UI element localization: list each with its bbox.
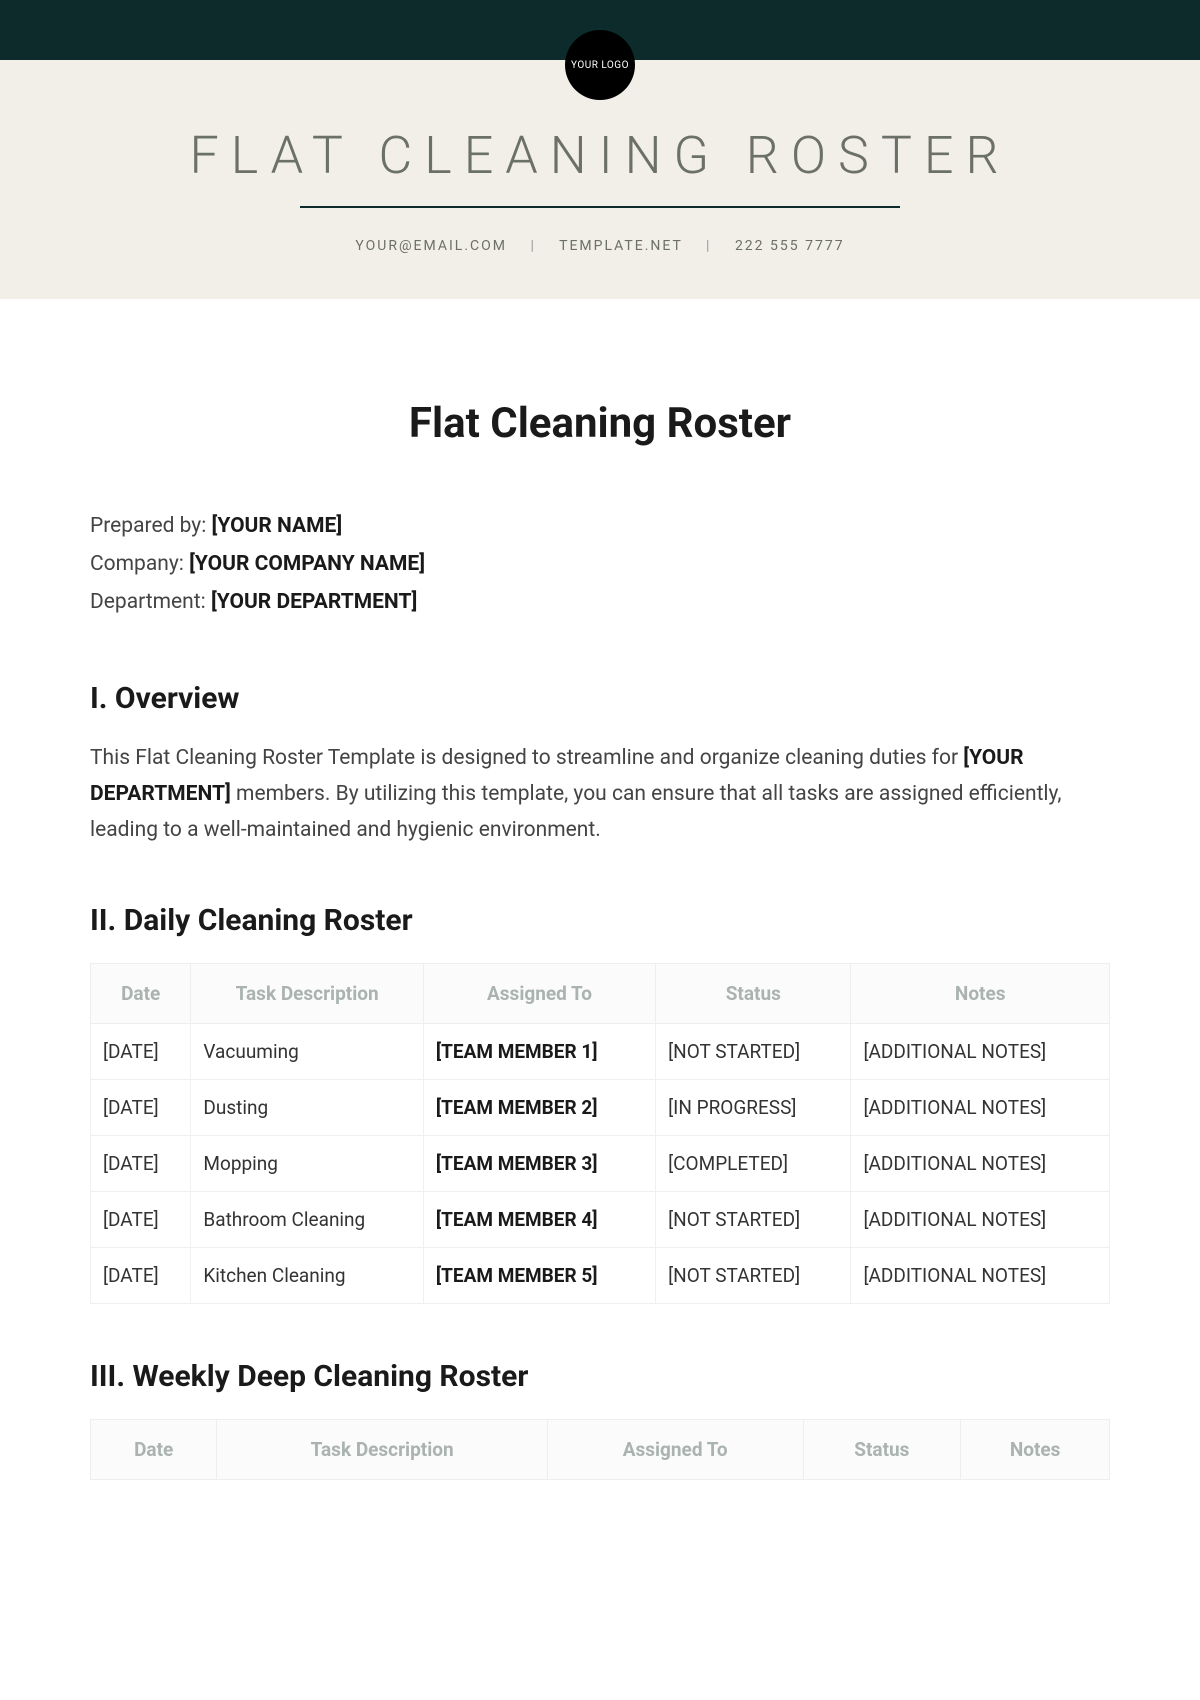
logo-text: YOUR LOGO: [571, 60, 629, 71]
cell-date: [DATE]: [91, 1192, 191, 1248]
col-notes: Notes: [851, 964, 1110, 1024]
overview-paragraph: This Flat Cleaning Roster Template is de…: [90, 741, 1110, 848]
col-assigned: Assigned To: [547, 1420, 803, 1480]
section-weekly-heading: III. Weekly Deep Cleaning Roster: [90, 1359, 1110, 1394]
contact-email: YOUR@EMAIL.COM: [355, 238, 507, 254]
banner-contact: YOUR@EMAIL.COM | TEMPLATE.NET | 222 555 …: [0, 238, 1200, 254]
col-task: Task Description: [217, 1420, 548, 1480]
table-row: [DATE]Vacuuming[TEAM MEMBER 1][NOT START…: [91, 1024, 1110, 1080]
cell-status: [NOT STARTED]: [656, 1192, 851, 1248]
table-row: [DATE]Bathroom Cleaning[TEAM MEMBER 4][N…: [91, 1192, 1110, 1248]
meta-prepared: Prepared by: [YOUR NAME]: [90, 508, 1110, 546]
contact-phone: 222 555 7777: [735, 238, 845, 254]
cell-notes: [ADDITIONAL NOTES]: [851, 1248, 1110, 1304]
section-daily-heading: II. Daily Cleaning Roster: [90, 903, 1110, 938]
document-body: Flat Cleaning Roster Prepared by: [YOUR …: [0, 299, 1200, 1520]
col-date: Date: [91, 1420, 217, 1480]
cell-notes: [ADDITIONAL NOTES]: [851, 1024, 1110, 1080]
separator: |: [530, 238, 535, 254]
document-title: Flat Cleaning Roster: [90, 399, 1110, 448]
meta-company: Company: [YOUR COMPANY NAME]: [90, 546, 1110, 584]
table-row: [DATE]Mopping[TEAM MEMBER 3][COMPLETED][…: [91, 1136, 1110, 1192]
col-notes: Notes: [961, 1420, 1110, 1480]
meta-value: [YOUR NAME]: [212, 514, 343, 538]
separator: |: [706, 238, 711, 254]
table-row: [DATE]Kitchen Cleaning[TEAM MEMBER 5][NO…: [91, 1248, 1110, 1304]
meta-value: [YOUR DEPARTMENT]: [211, 590, 417, 614]
contact-site: TEMPLATE.NET: [559, 238, 682, 254]
overview-text-1: This Flat Cleaning Roster Template is de…: [90, 746, 963, 770]
cell-task: Mopping: [191, 1136, 423, 1192]
cell-status: [COMPLETED]: [656, 1136, 851, 1192]
col-status: Status: [803, 1420, 961, 1480]
meta-label: Prepared by:: [90, 514, 212, 538]
cell-status: [NOT STARTED]: [656, 1024, 851, 1080]
cell-date: [DATE]: [91, 1080, 191, 1136]
col-task: Task Description: [191, 964, 423, 1024]
cell-status: [IN PROGRESS]: [656, 1080, 851, 1136]
cell-notes: [ADDITIONAL NOTES]: [851, 1080, 1110, 1136]
table-header-row: Date Task Description Assigned To Status…: [91, 1420, 1110, 1480]
cell-date: [DATE]: [91, 1248, 191, 1304]
meta-value: [YOUR COMPANY NAME]: [189, 552, 425, 576]
section-overview-heading: I. Overview: [90, 681, 1110, 716]
col-status: Status: [656, 964, 851, 1024]
cell-task: Dusting: [191, 1080, 423, 1136]
banner-title: FLAT CLEANING ROSTER: [0, 125, 1200, 186]
document-meta: Prepared by: [YOUR NAME] Company: [YOUR …: [90, 508, 1110, 621]
cell-task: Vacuuming: [191, 1024, 423, 1080]
cell-task: Bathroom Cleaning: [191, 1192, 423, 1248]
cell-assigned: [TEAM MEMBER 5]: [423, 1248, 655, 1304]
logo-badge: YOUR LOGO: [565, 30, 635, 100]
cell-notes: [ADDITIONAL NOTES]: [851, 1136, 1110, 1192]
cell-status: [NOT STARTED]: [656, 1248, 851, 1304]
weekly-roster-table: Date Task Description Assigned To Status…: [90, 1419, 1110, 1480]
top-bar: YOUR LOGO: [0, 0, 1200, 60]
table-header-row: Date Task Description Assigned To Status…: [91, 964, 1110, 1024]
daily-roster-table: Date Task Description Assigned To Status…: [90, 963, 1110, 1304]
cell-assigned: [TEAM MEMBER 4]: [423, 1192, 655, 1248]
banner-divider: [300, 206, 900, 208]
cell-assigned: [TEAM MEMBER 3]: [423, 1136, 655, 1192]
cell-task: Kitchen Cleaning: [191, 1248, 423, 1304]
table-row: [DATE]Dusting[TEAM MEMBER 2][IN PROGRESS…: [91, 1080, 1110, 1136]
overview-text-2: members. By utilizing this template, you…: [90, 782, 1062, 842]
cell-date: [DATE]: [91, 1136, 191, 1192]
meta-department: Department: [YOUR DEPARTMENT]: [90, 584, 1110, 622]
cell-assigned: [TEAM MEMBER 2]: [423, 1080, 655, 1136]
meta-label: Department:: [90, 590, 211, 614]
cell-assigned: [TEAM MEMBER 1]: [423, 1024, 655, 1080]
cell-date: [DATE]: [91, 1024, 191, 1080]
meta-label: Company:: [90, 552, 189, 576]
col-assigned: Assigned To: [423, 964, 655, 1024]
col-date: Date: [91, 964, 191, 1024]
cell-notes: [ADDITIONAL NOTES]: [851, 1192, 1110, 1248]
